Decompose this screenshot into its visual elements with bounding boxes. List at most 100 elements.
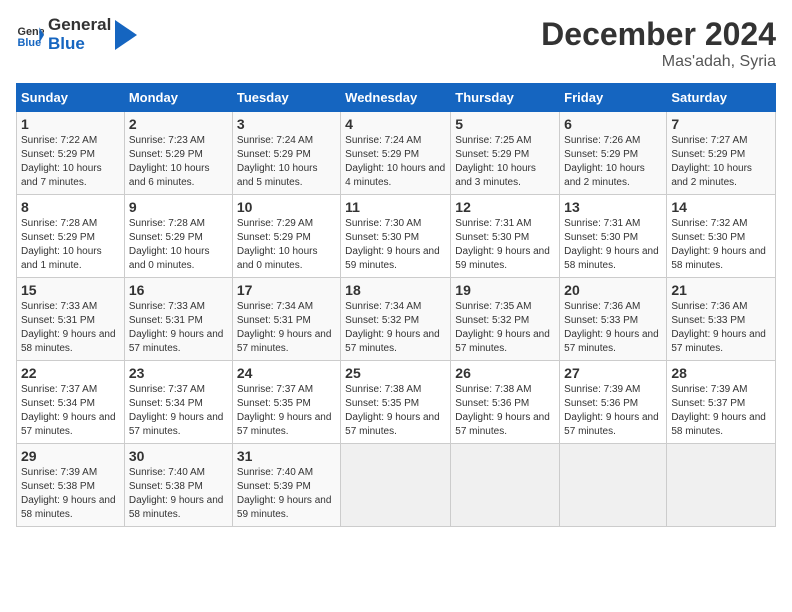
day-info: Sunrise: 7:40 AM Sunset: 5:38 PM Dayligh… xyxy=(129,467,224,520)
page-header: General Blue General Blue December 2024 … xyxy=(16,16,776,71)
calendar-day-cell: 31 Sunrise: 7:40 AM Sunset: 5:39 PM Dayl… xyxy=(232,444,340,527)
day-number: 7 xyxy=(671,116,771,132)
logo: General Blue General Blue xyxy=(16,16,137,53)
calendar-day-cell: 11 Sunrise: 7:30 AM Sunset: 5:30 PM Dayl… xyxy=(341,195,451,278)
day-info: Sunrise: 7:36 AM Sunset: 5:33 PM Dayligh… xyxy=(671,301,766,354)
day-info: Sunrise: 7:32 AM Sunset: 5:30 PM Dayligh… xyxy=(671,218,766,271)
day-number: 22 xyxy=(21,365,120,381)
calendar-day-cell: 7 Sunrise: 7:27 AM Sunset: 5:29 PM Dayli… xyxy=(667,112,776,195)
day-info: Sunrise: 7:27 AM Sunset: 5:29 PM Dayligh… xyxy=(671,135,752,188)
calendar-day-cell: 23 Sunrise: 7:37 AM Sunset: 5:34 PM Dayl… xyxy=(124,361,232,444)
calendar-day-cell: 21 Sunrise: 7:36 AM Sunset: 5:33 PM Dayl… xyxy=(667,278,776,361)
calendar-day-cell: 28 Sunrise: 7:39 AM Sunset: 5:37 PM Dayl… xyxy=(667,361,776,444)
calendar-day-cell: 18 Sunrise: 7:34 AM Sunset: 5:32 PM Dayl… xyxy=(341,278,451,361)
day-number: 4 xyxy=(345,116,446,132)
header-saturday: Saturday xyxy=(667,84,776,112)
title-area: December 2024 Mas'adah, Syria xyxy=(541,16,776,71)
calendar-day-cell: 16 Sunrise: 7:33 AM Sunset: 5:31 PM Dayl… xyxy=(124,278,232,361)
calendar-day-cell: 15 Sunrise: 7:33 AM Sunset: 5:31 PM Dayl… xyxy=(17,278,125,361)
day-info: Sunrise: 7:35 AM Sunset: 5:32 PM Dayligh… xyxy=(455,301,550,354)
calendar-day-cell: 20 Sunrise: 7:36 AM Sunset: 5:33 PM Dayl… xyxy=(560,278,667,361)
day-info: Sunrise: 7:31 AM Sunset: 5:30 PM Dayligh… xyxy=(455,218,550,271)
calendar-day-cell: 4 Sunrise: 7:24 AM Sunset: 5:29 PM Dayli… xyxy=(341,112,451,195)
day-number: 10 xyxy=(237,199,336,215)
day-info: Sunrise: 7:33 AM Sunset: 5:31 PM Dayligh… xyxy=(21,301,116,354)
header-monday: Monday xyxy=(124,84,232,112)
day-number: 16 xyxy=(129,282,228,298)
calendar-day-cell: 19 Sunrise: 7:35 AM Sunset: 5:32 PM Dayl… xyxy=(451,278,560,361)
day-info: Sunrise: 7:28 AM Sunset: 5:29 PM Dayligh… xyxy=(21,218,102,271)
day-number: 1 xyxy=(21,116,120,132)
day-info: Sunrise: 7:24 AM Sunset: 5:29 PM Dayligh… xyxy=(345,135,445,188)
calendar-day-cell: 5 Sunrise: 7:25 AM Sunset: 5:29 PM Dayli… xyxy=(451,112,560,195)
calendar-day-cell: 14 Sunrise: 7:32 AM Sunset: 5:30 PM Dayl… xyxy=(667,195,776,278)
calendar-day-cell: 3 Sunrise: 7:24 AM Sunset: 5:29 PM Dayli… xyxy=(232,112,340,195)
calendar-day-cell xyxy=(560,444,667,527)
day-info: Sunrise: 7:39 AM Sunset: 5:37 PM Dayligh… xyxy=(671,384,766,437)
day-number: 20 xyxy=(564,282,662,298)
day-number: 30 xyxy=(129,448,228,464)
day-number: 8 xyxy=(21,199,120,215)
day-info: Sunrise: 7:39 AM Sunset: 5:36 PM Dayligh… xyxy=(564,384,659,437)
header-friday: Friday xyxy=(560,84,667,112)
calendar-day-cell xyxy=(667,444,776,527)
day-number: 26 xyxy=(455,365,555,381)
day-info: Sunrise: 7:33 AM Sunset: 5:31 PM Dayligh… xyxy=(129,301,224,354)
day-info: Sunrise: 7:38 AM Sunset: 5:35 PM Dayligh… xyxy=(345,384,440,437)
day-number: 17 xyxy=(237,282,336,298)
calendar-body: 1 Sunrise: 7:22 AM Sunset: 5:29 PM Dayli… xyxy=(17,112,776,527)
day-number: 15 xyxy=(21,282,120,298)
calendar-header-row: Sunday Monday Tuesday Wednesday Thursday… xyxy=(17,84,776,112)
day-info: Sunrise: 7:36 AM Sunset: 5:33 PM Dayligh… xyxy=(564,301,659,354)
calendar-day-cell: 17 Sunrise: 7:34 AM Sunset: 5:31 PM Dayl… xyxy=(232,278,340,361)
day-number: 2 xyxy=(129,116,228,132)
calendar-week-row: 15 Sunrise: 7:33 AM Sunset: 5:31 PM Dayl… xyxy=(17,278,776,361)
header-thursday: Thursday xyxy=(451,84,560,112)
day-info: Sunrise: 7:39 AM Sunset: 5:38 PM Dayligh… xyxy=(21,467,116,520)
calendar-day-cell: 10 Sunrise: 7:29 AM Sunset: 5:29 PM Dayl… xyxy=(232,195,340,278)
day-info: Sunrise: 7:25 AM Sunset: 5:29 PM Dayligh… xyxy=(455,135,536,188)
logo-icon: General Blue xyxy=(16,21,44,49)
day-number: 12 xyxy=(455,199,555,215)
day-number: 31 xyxy=(237,448,336,464)
day-number: 23 xyxy=(129,365,228,381)
day-info: Sunrise: 7:22 AM Sunset: 5:29 PM Dayligh… xyxy=(21,135,102,188)
day-info: Sunrise: 7:28 AM Sunset: 5:29 PM Dayligh… xyxy=(129,218,210,271)
calendar-week-row: 29 Sunrise: 7:39 AM Sunset: 5:38 PM Dayl… xyxy=(17,444,776,527)
day-number: 5 xyxy=(455,116,555,132)
day-info: Sunrise: 7:37 AM Sunset: 5:35 PM Dayligh… xyxy=(237,384,332,437)
day-number: 11 xyxy=(345,199,446,215)
day-info: Sunrise: 7:29 AM Sunset: 5:29 PM Dayligh… xyxy=(237,218,318,271)
calendar-day-cell: 22 Sunrise: 7:37 AM Sunset: 5:34 PM Dayl… xyxy=(17,361,125,444)
calendar-day-cell: 9 Sunrise: 7:28 AM Sunset: 5:29 PM Dayli… xyxy=(124,195,232,278)
day-info: Sunrise: 7:40 AM Sunset: 5:39 PM Dayligh… xyxy=(237,467,332,520)
day-number: 6 xyxy=(564,116,662,132)
day-number: 27 xyxy=(564,365,662,381)
svg-text:Blue: Blue xyxy=(18,37,42,49)
day-number: 18 xyxy=(345,282,446,298)
calendar-day-cell: 29 Sunrise: 7:39 AM Sunset: 5:38 PM Dayl… xyxy=(17,444,125,527)
day-number: 19 xyxy=(455,282,555,298)
day-number: 13 xyxy=(564,199,662,215)
header-sunday: Sunday xyxy=(17,84,125,112)
calendar-day-cell xyxy=(451,444,560,527)
page-title: December 2024 xyxy=(541,16,776,53)
calendar-day-cell: 6 Sunrise: 7:26 AM Sunset: 5:29 PM Dayli… xyxy=(560,112,667,195)
day-info: Sunrise: 7:26 AM Sunset: 5:29 PM Dayligh… xyxy=(564,135,645,188)
day-number: 25 xyxy=(345,365,446,381)
day-info: Sunrise: 7:37 AM Sunset: 5:34 PM Dayligh… xyxy=(129,384,224,437)
header-tuesday: Tuesday xyxy=(232,84,340,112)
day-number: 14 xyxy=(671,199,771,215)
day-info: Sunrise: 7:34 AM Sunset: 5:31 PM Dayligh… xyxy=(237,301,332,354)
calendar-table: Sunday Monday Tuesday Wednesday Thursday… xyxy=(16,83,776,527)
calendar-day-cell: 26 Sunrise: 7:38 AM Sunset: 5:36 PM Dayl… xyxy=(451,361,560,444)
day-info: Sunrise: 7:31 AM Sunset: 5:30 PM Dayligh… xyxy=(564,218,659,271)
calendar-day-cell: 25 Sunrise: 7:38 AM Sunset: 5:35 PM Dayl… xyxy=(341,361,451,444)
day-number: 28 xyxy=(671,365,771,381)
page-subtitle: Mas'adah, Syria xyxy=(541,53,776,71)
day-number: 24 xyxy=(237,365,336,381)
day-info: Sunrise: 7:23 AM Sunset: 5:29 PM Dayligh… xyxy=(129,135,210,188)
calendar-day-cell: 13 Sunrise: 7:31 AM Sunset: 5:30 PM Dayl… xyxy=(560,195,667,278)
calendar-week-row: 8 Sunrise: 7:28 AM Sunset: 5:29 PM Dayli… xyxy=(17,195,776,278)
calendar-day-cell: 8 Sunrise: 7:28 AM Sunset: 5:29 PM Dayli… xyxy=(17,195,125,278)
